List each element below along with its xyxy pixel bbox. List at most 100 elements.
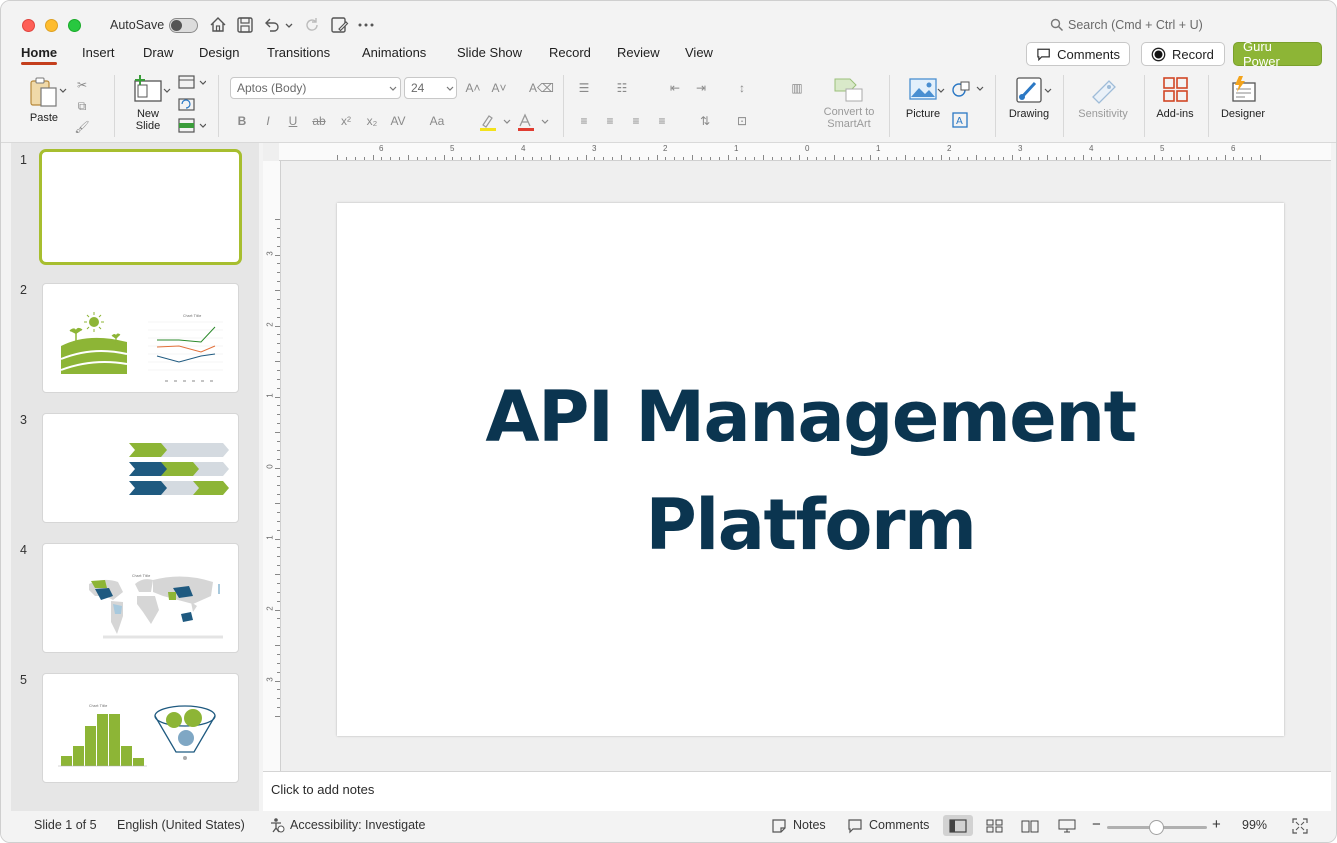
sensitivity-button[interactable]: Sensitivity (1073, 75, 1133, 120)
comments-button[interactable]: Comments (1026, 42, 1130, 66)
align-center-icon[interactable]: ≡ (601, 113, 619, 129)
paste-button[interactable]: Paste (23, 75, 65, 124)
new-slide-chevron-icon[interactable] (163, 87, 171, 95)
layout-icon[interactable] (178, 75, 206, 91)
more-options-icon[interactable] (356, 15, 376, 35)
align-right-icon[interactable]: ≡ (627, 113, 645, 129)
slide-show-button[interactable] (1052, 815, 1082, 836)
comments-icon[interactable] (847, 818, 863, 834)
align-text-icon[interactable]: ⊡ (733, 113, 751, 129)
increase-indent-icon[interactable]: ⇥ (692, 80, 710, 96)
slide-thumbnail-1[interactable] (39, 149, 242, 265)
superscript-icon[interactable]: x² (337, 113, 355, 129)
close-window-button[interactable] (22, 19, 35, 32)
justify-icon[interactable]: ≡ (653, 113, 671, 129)
columns-icon[interactable]: ▥ (788, 80, 806, 96)
slide-thumbnail-3[interactable] (42, 413, 239, 523)
search-box[interactable]: Search (Cmd + Ctrl + U) (1050, 18, 1203, 32)
cut-icon[interactable]: ✂ (73, 77, 91, 93)
italic-icon[interactable]: I (259, 113, 277, 129)
character-spacing-icon[interactable]: AV (389, 113, 407, 129)
paste-options-chevron-icon[interactable] (59, 87, 67, 95)
notes-toggle-label[interactable]: Notes (793, 818, 826, 832)
align-left-icon[interactable]: ≡ (575, 113, 593, 129)
reset-slide-icon[interactable] (178, 96, 196, 112)
clear-formatting-icon[interactable]: A⌫ (529, 80, 554, 96)
accessibility-icon[interactable] (269, 817, 285, 833)
format-painter-icon[interactable]: 🖌 (73, 119, 91, 135)
tab-home[interactable]: Home (21, 45, 58, 65)
tab-view[interactable]: View (685, 45, 713, 60)
decrease-font-size-icon[interactable]: A˅ (490, 80, 508, 96)
autosave-toggle[interactable] (169, 18, 198, 33)
zoom-level[interactable]: 99% (1242, 818, 1267, 832)
zoom-in-button[interactable]: + (1212, 816, 1221, 833)
add-ins-button[interactable]: Add-ins (1151, 75, 1199, 120)
drawing-chevron-icon[interactable] (1044, 87, 1052, 95)
font-color-icon[interactable] (517, 113, 553, 131)
accessibility-status[interactable]: Accessibility: Investigate (290, 818, 425, 832)
maximize-window-button[interactable] (68, 19, 81, 32)
zoom-out-button[interactable]: − (1092, 816, 1101, 833)
tab-design[interactable]: Design (199, 45, 239, 60)
copy-icon[interactable]: ⧉ (73, 98, 91, 114)
bold-icon[interactable]: B (233, 113, 251, 129)
slide-thumbnail-4[interactable]: Chart Title (42, 543, 239, 653)
tab-insert[interactable]: Insert (82, 45, 115, 60)
home-icon[interactable] (208, 15, 228, 35)
guru-power-button[interactable]: Guru Power (1233, 39, 1322, 69)
tab-record[interactable]: Record (549, 45, 591, 60)
decrease-indent-icon[interactable]: ⇤ (666, 80, 684, 96)
vertical-ruler[interactable]: 3 2 1 0 1 2 3 (263, 161, 281, 771)
record-button[interactable]: Record (1141, 42, 1225, 66)
picture-button[interactable]: Picture (899, 75, 947, 120)
strikethrough-icon[interactable]: ab (310, 113, 328, 129)
slide-thumbnail-2[interactable]: Chart Title (42, 283, 239, 393)
picture-chevron-icon[interactable] (937, 87, 945, 95)
drawing-button[interactable]: Drawing (1005, 75, 1053, 120)
slide-title-textbox[interactable]: API Management Platform (337, 363, 1284, 579)
text-box-icon[interactable]: A (951, 111, 971, 129)
subscript-icon[interactable]: x₂ (363, 113, 381, 129)
increase-font-size-icon[interactable]: A˄ (464, 80, 482, 96)
tab-review[interactable]: Review (617, 45, 660, 60)
change-case-icon[interactable]: Aa (428, 113, 446, 129)
shapes-icon[interactable] (951, 80, 985, 98)
tab-transitions[interactable]: Transitions (267, 45, 330, 60)
notes-icon[interactable] (771, 818, 787, 834)
line-spacing-icon[interactable]: ↕ (733, 80, 751, 96)
save-as-icon[interactable] (329, 15, 349, 35)
tab-animations[interactable]: Animations (362, 45, 426, 60)
zoom-slider-handle[interactable] (1149, 820, 1164, 835)
language-indicator[interactable]: English (United States) (117, 818, 245, 832)
slide-thumbnail-5[interactable]: Chart Title (42, 673, 239, 783)
normal-view-button[interactable] (943, 815, 973, 836)
section-icon[interactable] (178, 118, 206, 134)
undo-dropdown-chevron-icon[interactable] (283, 15, 295, 35)
current-slide-canvas[interactable]: API Management Platform (337, 203, 1284, 736)
ruler-tick (1020, 157, 1022, 160)
font-name-chevron-icon[interactable] (389, 85, 397, 93)
horizontal-ruler[interactable]: 6 5 4 3 2 1 0 1 2 3 4 5 6 (279, 143, 1331, 161)
fit-to-window-icon[interactable] (1292, 818, 1308, 834)
reading-view-button[interactable] (1015, 815, 1045, 836)
tab-draw[interactable]: Draw (143, 45, 173, 60)
bullets-icon[interactable]: ☰ (575, 80, 593, 96)
tab-slide-show[interactable]: Slide Show (457, 45, 522, 60)
minimize-window-button[interactable] (45, 19, 58, 32)
highlight-color-icon[interactable] (479, 113, 515, 131)
slide-sorter-button[interactable] (980, 815, 1010, 836)
designer-button[interactable]: Designer (1216, 75, 1270, 120)
comments-toggle-label[interactable]: Comments (869, 818, 929, 832)
notes-pane[interactable]: Click to add notes (263, 771, 1331, 811)
numbering-icon[interactable]: ☷ (613, 80, 631, 96)
convert-to-smartart-button[interactable]: Convert to SmartArt (818, 75, 880, 130)
new-slide-button[interactable]: New Slide (125, 75, 171, 132)
redo-icon[interactable] (302, 15, 322, 35)
font-name-field[interactable]: Aptos (Body) (230, 77, 401, 99)
save-icon[interactable] (235, 15, 255, 35)
font-size-chevron-icon[interactable] (446, 85, 454, 93)
underline-icon[interactable]: U (284, 113, 302, 129)
text-direction-icon[interactable]: ⇅ (696, 113, 714, 129)
undo-icon[interactable] (262, 15, 282, 35)
